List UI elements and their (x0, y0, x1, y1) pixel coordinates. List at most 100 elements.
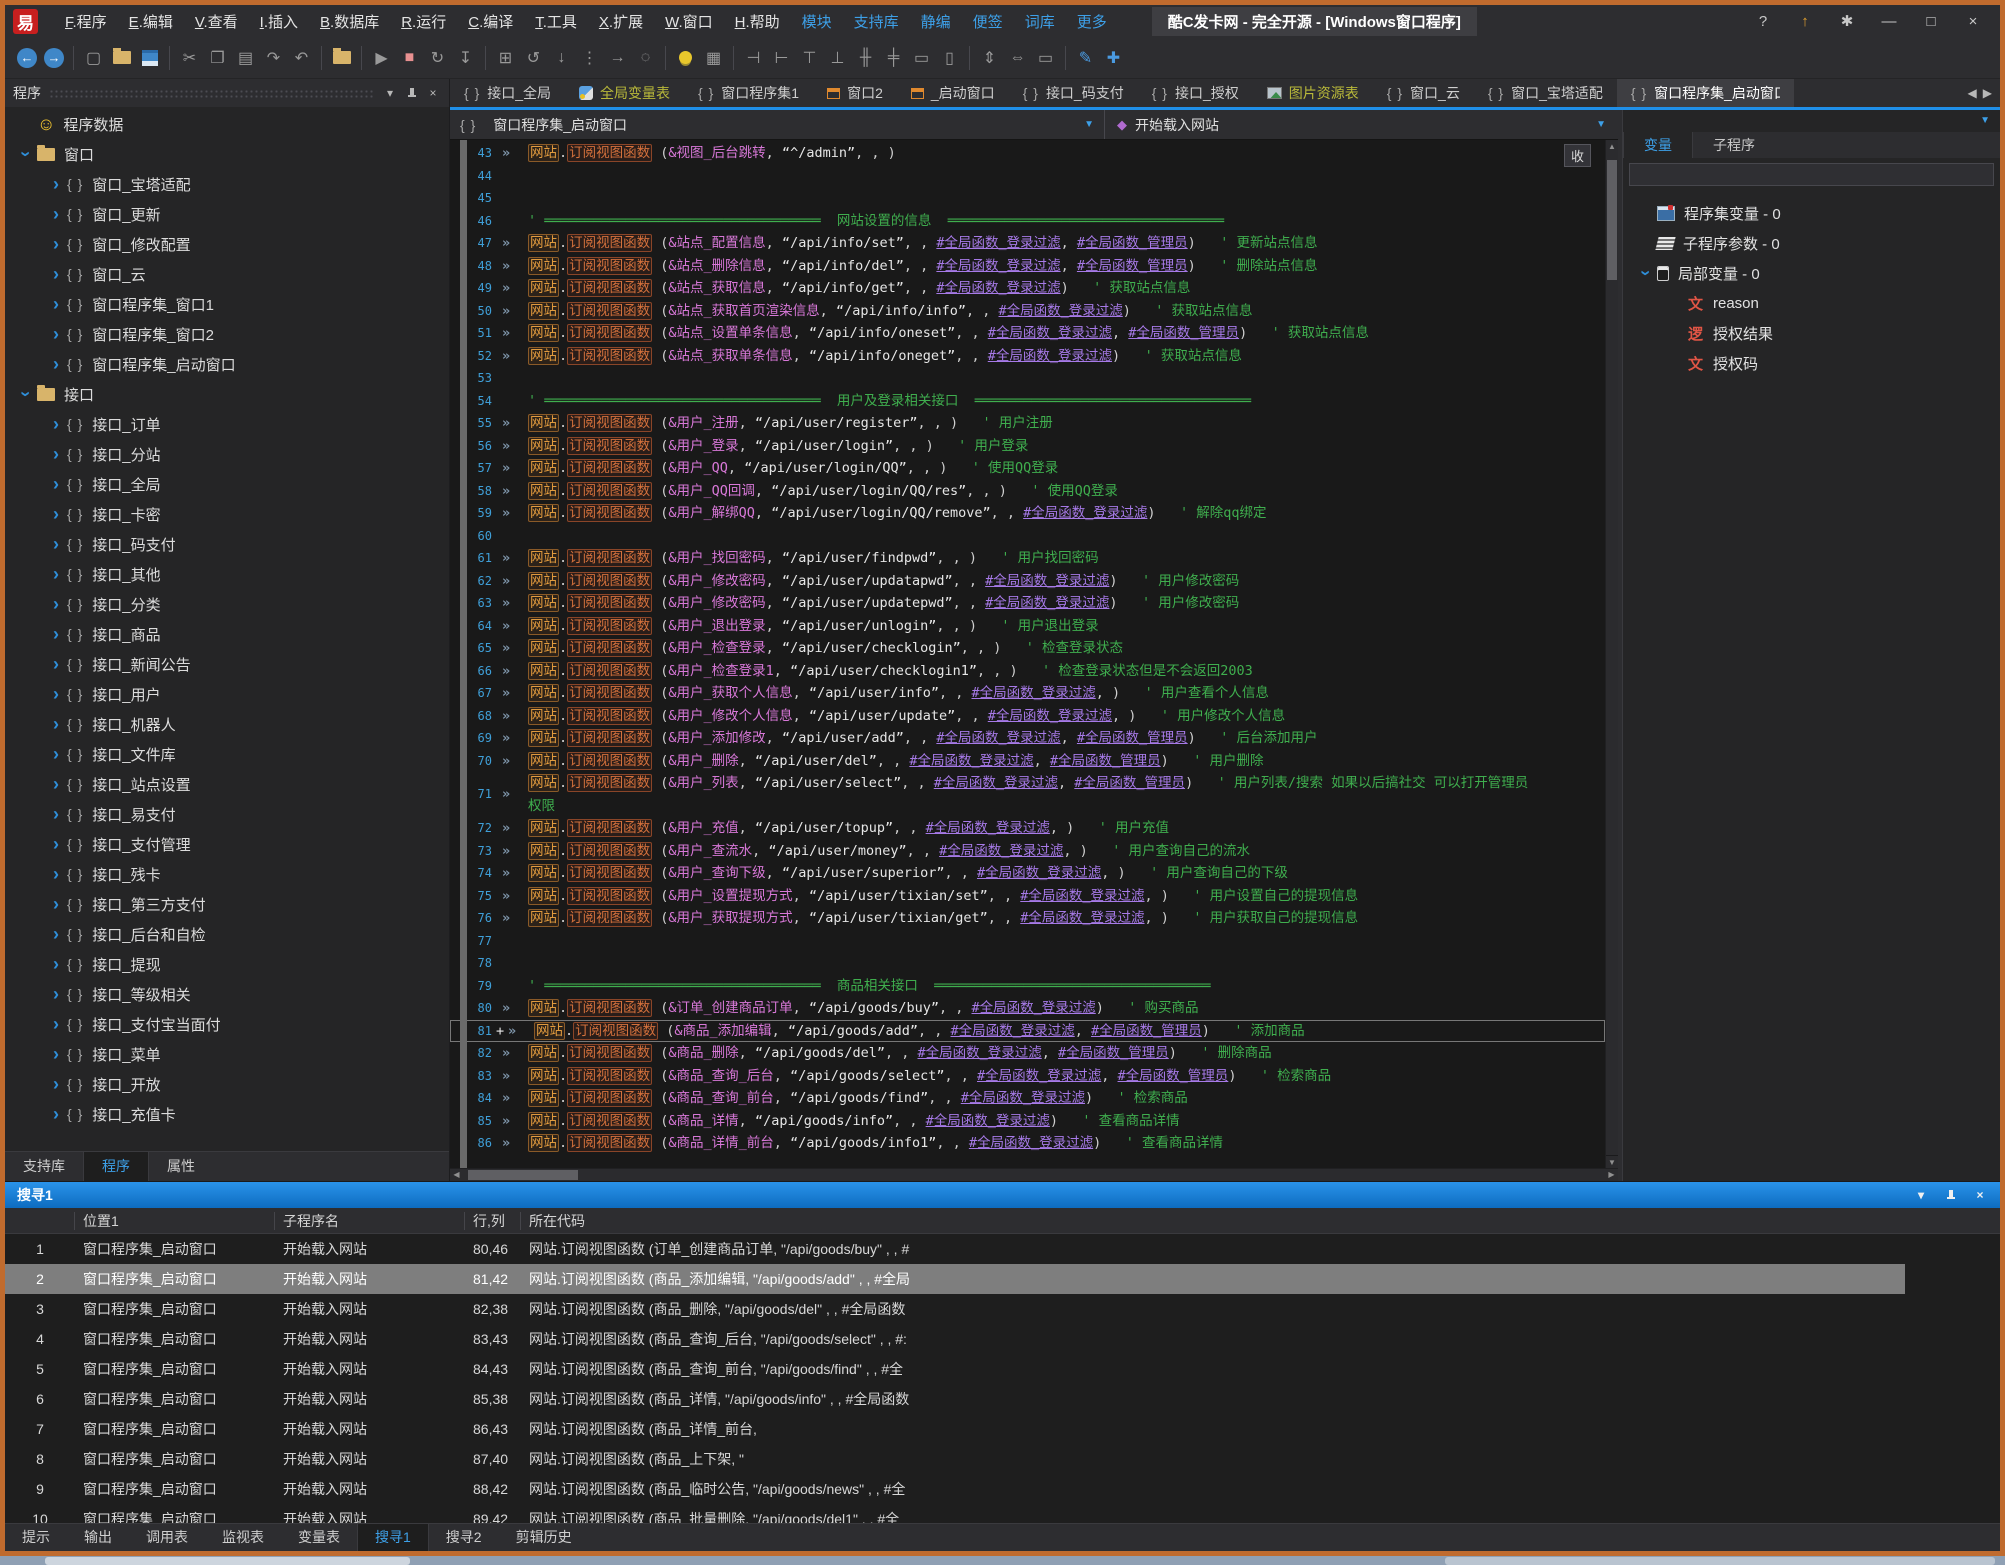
code-line[interactable]: 75»网站.订阅视图函数 (&用户_设置提现方式, “/api/user/tix… (450, 885, 1605, 908)
tab-scroll-right-icon[interactable]: ▶ (1983, 86, 1992, 100)
grid-icon[interactable]: ▦ (701, 45, 726, 70)
sidebar-pin-icon[interactable] (406, 88, 417, 99)
tree-item[interactable]: ›{ }接口_用户 (5, 679, 449, 709)
tree-chevron-icon[interactable]: › (17, 143, 35, 165)
undo-icon[interactable]: ↶ (289, 45, 314, 70)
document-tab[interactable]: { }接口_码支付 (1009, 79, 1138, 107)
tree-chevron-icon[interactable]: › (45, 865, 67, 883)
tree-item[interactable]: ›{ }接口_全局 (5, 469, 449, 499)
variables-panel-tab[interactable]: 变量 (1623, 132, 1693, 158)
results-dropdown-icon[interactable]: ▾ (1913, 1188, 1929, 1202)
code-line[interactable]: 52»网站.订阅视图函数 (&站点_获取单条信息, “/api/info/one… (450, 345, 1605, 368)
settings-gear-icon[interactable]: ✱ (1838, 12, 1856, 30)
same-width-icon[interactable]: ▭ (909, 45, 934, 70)
step-down-icon[interactable]: ↓ (549, 45, 574, 70)
help-icon[interactable]: ? (1754, 13, 1772, 30)
copy-icon[interactable]: ❐ (205, 45, 230, 70)
update-icon[interactable]: ↑ (1796, 13, 1814, 30)
tree-chevron-icon[interactable]: › (45, 295, 67, 313)
results-row[interactable]: 8窗口程序集_启动窗口开始载入网站87,40网站.订阅视图函数 (商品_上下架,… (5, 1444, 1905, 1474)
bottom-panel-tab[interactable]: 剪辑历史 (499, 1524, 589, 1551)
menu-item[interactable]: 词库 (1014, 11, 1066, 32)
code-line[interactable]: 51»网站.订阅视图函数 (&站点_设置单条信息, “/api/info/one… (450, 322, 1605, 345)
code-line[interactable]: 60 (450, 525, 1605, 548)
tree-item[interactable]: ›{ }接口_易支付 (5, 799, 449, 829)
code-line[interactable]: 72»网站.订阅视图函数 (&用户_充值, “/api/user/topup”,… (450, 817, 1605, 840)
run-icon[interactable]: ▶ (369, 45, 394, 70)
sidebar-close-icon[interactable]: × (425, 86, 441, 100)
tree-item[interactable]: ›{ }接口_订单 (5, 409, 449, 439)
code-line[interactable]: 64»网站.订阅视图函数 (&用户_退出登录, “/api/user/unlog… (450, 615, 1605, 638)
back-icon[interactable]: ← (17, 48, 37, 68)
tree-item[interactable]: ›{ }接口_等级相关 (5, 979, 449, 1009)
pen-icon[interactable]: ✎ (1073, 45, 1098, 70)
results-row[interactable]: 10窗口程序集_启动窗口开始载入网站89,42网站.订阅视图函数 (商品_批量删… (5, 1504, 1905, 1523)
code-line[interactable]: 48»网站.订阅视图函数 (&站点_删除信息, “/api/info/del”,… (450, 255, 1605, 278)
document-tab[interactable]: { }窗口程序集1 (684, 79, 813, 107)
menu-item[interactable]: E.编辑 (118, 11, 184, 32)
tree-item[interactable]: ›{ }窗口_云 (5, 259, 449, 289)
tree-chevron-icon[interactable]: › (1637, 262, 1655, 284)
align-right-icon[interactable]: ⊢ (769, 45, 794, 70)
tree-item[interactable]: ☺程序数据 (5, 109, 449, 139)
code-line[interactable]: 83»网站.订阅视图函数 (&商品_查询_后台, “/api/goods/sel… (450, 1065, 1605, 1088)
code-line[interactable]: 50»网站.订阅视图函数 (&站点_获取首页渲染信息, “/api/info/i… (450, 300, 1605, 323)
scroll-right-icon[interactable]: ▶ (1605, 1169, 1618, 1181)
code-line[interactable]: 46' ══════════════════════════════════ 网… (450, 210, 1605, 233)
variable-tree-item[interactable]: 文reason (1623, 288, 2000, 318)
goto-icon[interactable]: → (605, 45, 630, 70)
tree-chevron-icon[interactable]: › (45, 715, 67, 733)
menu-item[interactable]: T.工具 (524, 11, 588, 32)
tree-item[interactable]: ›{ }接口_开放 (5, 1069, 449, 1099)
code-line[interactable]: 49»网站.订阅视图函数 (&站点_获取信息, “/api/info/get”,… (450, 277, 1605, 300)
tree-chevron-icon[interactable]: › (45, 325, 67, 343)
code-line[interactable]: 58»网站.订阅视图函数 (&用户_QQ回调, “/api/user/login… (450, 480, 1605, 503)
code-line[interactable]: 84»网站.订阅视图函数 (&商品_查询_前台, “/api/goods/fin… (450, 1087, 1605, 1110)
code-line[interactable]: 67»网站.订阅视图函数 (&用户_获取个人信息, “/api/user/inf… (450, 682, 1605, 705)
bottom-panel-tab[interactable]: 提示 (5, 1524, 67, 1551)
tree-chevron-icon[interactable]: › (45, 355, 67, 373)
tree-item[interactable]: ›{ }接口_新闻公告 (5, 649, 449, 679)
tree-chevron-icon[interactable]: › (45, 955, 67, 973)
code-line[interactable]: 74»网站.订阅视图函数 (&用户_查询下级, “/api/user/super… (450, 862, 1605, 885)
tree-item[interactable]: ›{ }接口_机器人 (5, 709, 449, 739)
menu-item[interactable]: F.程序 (54, 11, 118, 32)
menu-item[interactable]: R.运行 (390, 11, 457, 32)
tree-chevron-icon[interactable]: › (45, 1105, 67, 1123)
center-vertical-icon[interactable]: ╪ (881, 45, 906, 70)
paste-icon[interactable]: ▤ (233, 45, 258, 70)
tree-chevron-icon[interactable]: › (45, 235, 67, 253)
results-row[interactable]: 4窗口程序集_启动窗口开始载入网站83,43网站.订阅视图函数 (商品_查询_后… (5, 1324, 1905, 1354)
variable-tree-item[interactable]: 逻授权结果 (1623, 318, 2000, 348)
document-tab[interactable]: { }窗口_宝塔适配 (1474, 79, 1617, 107)
tree-chevron-icon[interactable]: › (45, 415, 67, 433)
scroll-down-icon[interactable]: ▼ (1606, 1155, 1618, 1168)
code-line[interactable]: 77 (450, 930, 1605, 953)
bottom-panel-tab[interactable]: 搜寻2 (429, 1524, 499, 1551)
variables-panel-dropdown-icon[interactable]: ▼ (1980, 115, 1990, 126)
document-tab[interactable]: { }窗口程序集_启动窗口 (1617, 79, 1794, 107)
code-line[interactable]: 47»网站.订阅视图函数 (&站点_配置信息, “/api/info/set”,… (450, 232, 1605, 255)
center-horizontal-icon[interactable]: ╫ (853, 45, 878, 70)
results-row[interactable]: 7窗口程序集_启动窗口开始载入网站86,43网站.订阅视图函数 (商品_详情_前… (5, 1414, 1905, 1444)
code-line[interactable]: 81+»网站.订阅视图函数 (&商品_添加编辑, “/api/goods/add… (450, 1020, 1605, 1043)
tree-item[interactable]: ›{ }接口_第三方支付 (5, 889, 449, 919)
menu-item[interactable]: B.数据库 (309, 11, 390, 32)
bottom-panel-tab[interactable]: 监视表 (205, 1524, 281, 1551)
tree-chevron-icon[interactable]: › (45, 475, 67, 493)
code-line[interactable]: 53 (450, 367, 1605, 390)
tree-chevron-icon[interactable]: › (45, 805, 67, 823)
expand-vertical-icon[interactable]: ⇕ (977, 45, 1002, 70)
cut-icon[interactable]: ✂ (177, 45, 202, 70)
sidebar-tab[interactable]: 程序 (83, 1152, 149, 1181)
sidebar-tab[interactable]: 属性 (149, 1152, 213, 1181)
code-line[interactable]: 69»网站.订阅视图函数 (&用户_添加修改, “/api/user/add”,… (450, 727, 1605, 750)
bottom-panel-tab[interactable]: 搜寻1 (357, 1524, 429, 1551)
sidebar-dropdown-icon[interactable]: ▾ (382, 86, 398, 100)
tree-item[interactable]: ›{ }接口_后台和自检 (5, 919, 449, 949)
tree-chevron-icon[interactable]: › (45, 505, 67, 523)
code-line[interactable]: 63»网站.订阅视图函数 (&用户_修改密码, “/api/user/updat… (450, 592, 1605, 615)
code-line[interactable]: 86»网站.订阅视图函数 (&商品_详情_前台, “/api/goods/inf… (450, 1132, 1605, 1155)
code-line[interactable]: 76»网站.订阅视图函数 (&用户_获取提现方式, “/api/user/tix… (450, 907, 1605, 930)
new-file-icon[interactable]: ▢ (81, 45, 106, 70)
